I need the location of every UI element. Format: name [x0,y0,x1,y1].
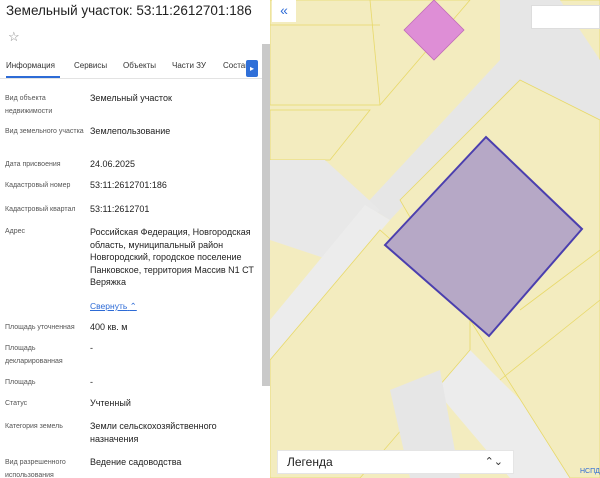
tab-info[interactable]: Информация [6,61,55,70]
collapse-link[interactable]: Свернуть ⌃ [90,301,137,312]
legend-dropdown[interactable]: Легенда ⌃⌄ [277,450,514,474]
map-view[interactable] [270,0,600,478]
field-label-address: Адрес [5,228,26,235]
tab-objects[interactable]: Объекты [123,61,156,70]
field-value-object-type: Земельный участок [90,93,172,103]
field-value-land-category: Земли сельскохозяйственного назначения [90,421,217,444]
collapse-panel-button[interactable]: « [272,0,296,22]
tab-services[interactable]: Сервисы [74,61,107,70]
map-canvas[interactable] [270,0,600,478]
field-label-assign-date: Дата присвоения [5,161,61,168]
field-label-area-declared: Площадь декларированная [5,345,63,365]
field-value-assign-date: 24.06.2025 [90,159,136,169]
field-value-cadastral-number: 53:11:2612701:186 [90,180,167,190]
field-label-land-category: Категория земель [5,423,63,430]
map-parcel [270,109,371,161]
info-panel: Земельный участок: 53:11:2612701:186 ☆ И… [0,0,270,478]
field-value-area-declared: - [90,343,93,353]
legend-label: Легенда [287,455,333,469]
field-label-object-type: Вид объекта недвижимости [5,95,53,115]
map-search-input[interactable] [531,5,600,29]
collapse-label: Свернуть [90,301,128,311]
field-value-status: Учтенный [90,398,131,408]
field-value-cadastral-quarter: 53:11:2612701 [90,204,150,214]
field-label-parcel-type: Вид земельного участка [5,128,84,135]
tabs-scroll-right-button[interactable]: ▸ [246,60,258,77]
tab-bar: Информация Сервисы Объекты Части ЗУ Сост… [0,58,262,78]
field-value-parcel-type: Землепользование [90,126,171,136]
tab-parts[interactable]: Части ЗУ [172,61,206,70]
field-label-area: Площадь [5,379,36,386]
chevron-updown-icon: ⌃⌄ [484,456,503,468]
chevron-up-icon: ⌃ [129,301,137,311]
favorite-star-icon[interactable]: ☆ [8,30,22,44]
field-value-address: Российская Федерация, Новгородская облас… [90,227,254,287]
field-label-cadastral-number: Кадастровый номер [5,182,71,189]
panel-scrollbar[interactable] [262,44,270,386]
field-label-area-specified: Площадь уточненная [5,324,75,331]
tabs-divider [0,78,262,79]
field-value-permitted-use: Ведение садоводства [90,457,182,467]
field-value-area: - [90,377,93,387]
field-label-cadastral-quarter: Кадастровый квартал [5,206,76,213]
page-title: Земельный участок: 53:11:2612701:186 [6,3,252,18]
field-label-permitted-use: Вид разрешенного использования [5,459,66,478]
field-label-status: Статус [5,400,28,407]
field-value-area-specified: 400 кв. м [90,322,128,332]
attribution-link[interactable]: НСПД [580,468,600,475]
